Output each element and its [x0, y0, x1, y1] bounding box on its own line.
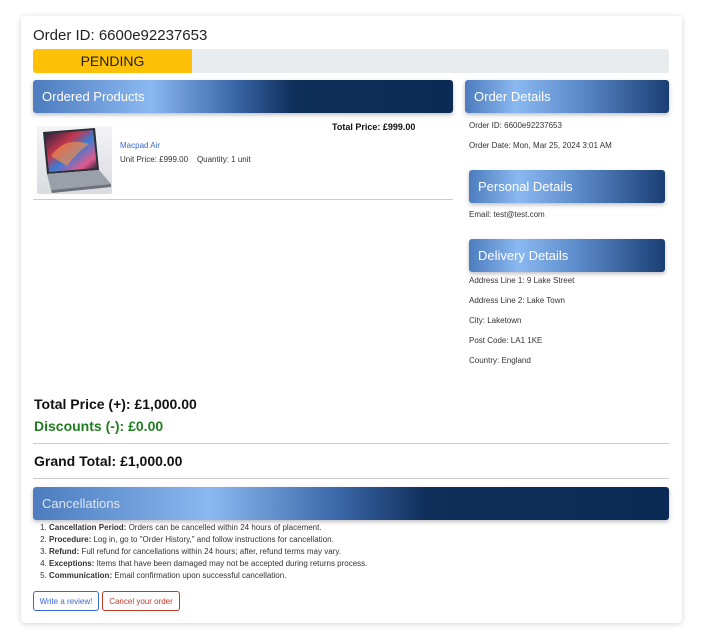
cancellation-policy-item: Refund: Full refund for cancellations wi… — [49, 546, 367, 558]
cancel-order-button[interactable]: Cancel your order — [102, 591, 180, 611]
grand-total: Grand Total: £1,000.00 — [34, 453, 183, 469]
product-name-link[interactable]: Macpad Air — [120, 141, 160, 150]
policy-term: Communication: — [49, 571, 113, 580]
order-details-date: Order Date: Mon, Mar 25, 2024 3:01 AM — [469, 141, 612, 150]
product-quantity: Quantity: 1 unit — [196, 155, 251, 164]
delivery-post-code: Post Code: LA1 1KE — [469, 336, 543, 345]
cancellations-title: Cancellations — [42, 496, 121, 511]
cancellation-policy-item: Communication: Email confirmation upon s… — [49, 570, 367, 582]
status-badge: PENDING — [33, 49, 192, 73]
order-details-title: Order Details — [474, 89, 551, 104]
ordered-products-title: Ordered Products — [42, 89, 145, 104]
order-details-id: Order ID: 6600e92237653 — [469, 121, 562, 130]
cancellation-policy-item: Procedure: Log in, go to "Order History,… — [49, 534, 367, 546]
personal-details-header: Personal Details — [469, 170, 665, 203]
delivery-address-line-2: Address Line 2: Lake Town — [469, 296, 565, 305]
delivery-details-header: Delivery Details — [469, 239, 665, 272]
policy-text: Full refund for cancellations within 24 … — [79, 547, 341, 556]
policy-text: Orders can be cancelled within 24 hours … — [126, 523, 322, 532]
policy-text: Log in, go to "Order History," and follo… — [91, 535, 334, 544]
page-title: Order ID: 6600e92237653 — [33, 27, 208, 44]
status-progress-bar: PENDING — [33, 49, 669, 73]
personal-details-title: Personal Details — [478, 179, 573, 194]
discounts: Discounts (-): £0.00 — [34, 418, 164, 434]
policy-term: Exceptions: — [49, 559, 95, 568]
policy-term: Refund: — [49, 547, 80, 556]
divider — [33, 478, 669, 479]
policy-text: Items that have been damaged may not be … — [94, 559, 368, 568]
policy-text: Email confirmation upon successful cance… — [112, 571, 287, 580]
cancellation-policy-item: Exceptions: Items that have been damaged… — [49, 558, 367, 570]
divider — [33, 199, 453, 200]
ordered-products-header: Ordered Products — [33, 80, 453, 113]
delivery-address-line-1: Address Line 1: 9 Lake Street — [469, 276, 575, 285]
delivery-city: City: Laketown — [469, 316, 522, 325]
product-unit-price: Unit Price: £999.00 — [120, 155, 189, 164]
order-details-header: Order Details — [465, 80, 669, 113]
cancellation-policy-list: Cancellation Period: Orders can be cance… — [49, 522, 367, 582]
policy-term: Cancellation Period: — [49, 523, 127, 532]
divider — [33, 443, 669, 444]
product-meta: Unit Price: £999.00 Quantity: 1 unit — [120, 155, 251, 164]
write-review-button[interactable]: Write a review! — [33, 591, 99, 611]
cancellations-header: Cancellations — [33, 487, 669, 520]
product-image[interactable] — [37, 126, 112, 194]
policy-term: Procedure: — [49, 535, 92, 544]
cancellation-policy-item: Cancellation Period: Orders can be cance… — [49, 522, 367, 534]
product-total-price: Total Price: £999.00 — [332, 122, 416, 132]
total-price: Total Price (+): £1,000.00 — [34, 396, 197, 412]
delivery-details-title: Delivery Details — [478, 248, 569, 263]
personal-email: Email: test@test.com — [469, 210, 545, 219]
delivery-country: Country: England — [469, 356, 531, 365]
